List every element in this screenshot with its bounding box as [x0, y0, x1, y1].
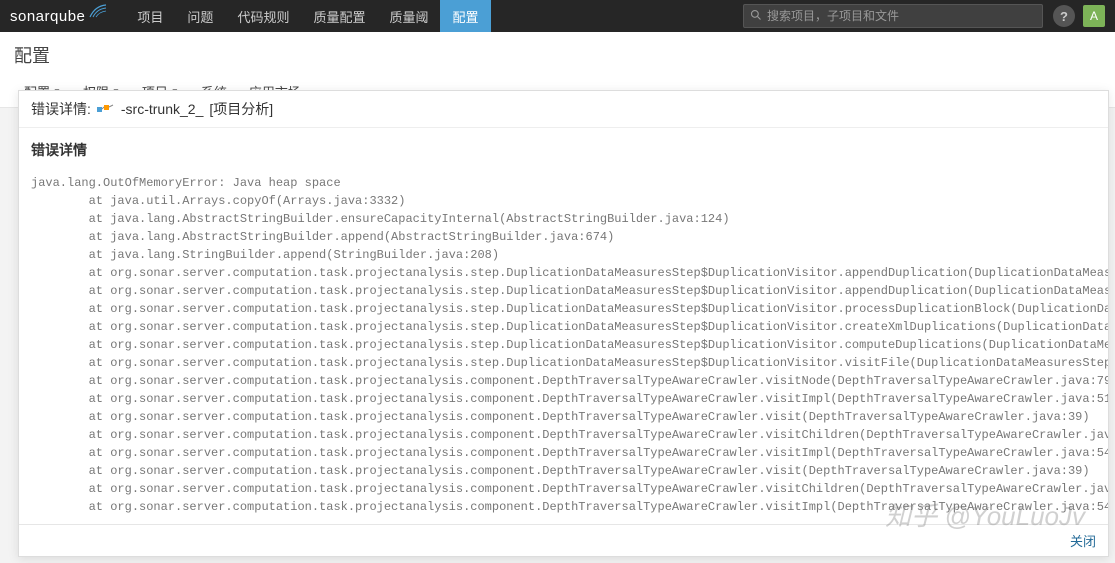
- modal-project-name: -src-trunk_2_: [121, 101, 203, 117]
- logo[interactable]: sonarqube: [10, 4, 107, 28]
- nav-quality-gates[interactable]: 质量阈: [377, 0, 440, 32]
- nav-quality-profiles[interactable]: 质量配置: [301, 0, 377, 32]
- help-button[interactable]: ?: [1053, 5, 1075, 27]
- nav-projects[interactable]: 项目: [125, 0, 175, 32]
- search-input[interactable]: [767, 9, 1036, 23]
- error-section-title: 错误详情: [31, 140, 1108, 160]
- logo-icon: [89, 4, 107, 22]
- modal-header-prefix: 错误详情:: [31, 99, 91, 119]
- search-box[interactable]: [743, 4, 1043, 28]
- avatar[interactable]: A: [1083, 5, 1105, 27]
- stacktrace-text: java.lang.OutOfMemoryError: Java heap sp…: [31, 174, 1108, 516]
- modal-footer: 关闭: [19, 524, 1108, 556]
- modal-header: 错误详情: -src-trunk_2_ [项目分析]: [19, 91, 1108, 127]
- nav-rules[interactable]: 代码规则: [225, 0, 301, 32]
- search-icon: [750, 9, 762, 24]
- nav-issues[interactable]: 问题: [175, 0, 225, 32]
- logo-text: sonarqube: [10, 8, 85, 25]
- modal-project-suffix: [项目分析]: [209, 99, 273, 119]
- modal-scroll-area[interactable]: 错误详情 java.lang.OutOfMemoryError: Java he…: [19, 127, 1108, 524]
- top-navbar: sonarqube 项目 问题 代码规则 质量配置 质量阈 配置 ? A: [0, 0, 1115, 32]
- nav-settings[interactable]: 配置: [440, 0, 490, 32]
- project-icon: [97, 102, 115, 116]
- page-title: 配置: [14, 42, 1101, 68]
- close-button[interactable]: 关闭: [1070, 534, 1096, 549]
- error-detail-modal: 错误详情: -src-trunk_2_ [项目分析] 错误详情 java.lan…: [18, 90, 1109, 557]
